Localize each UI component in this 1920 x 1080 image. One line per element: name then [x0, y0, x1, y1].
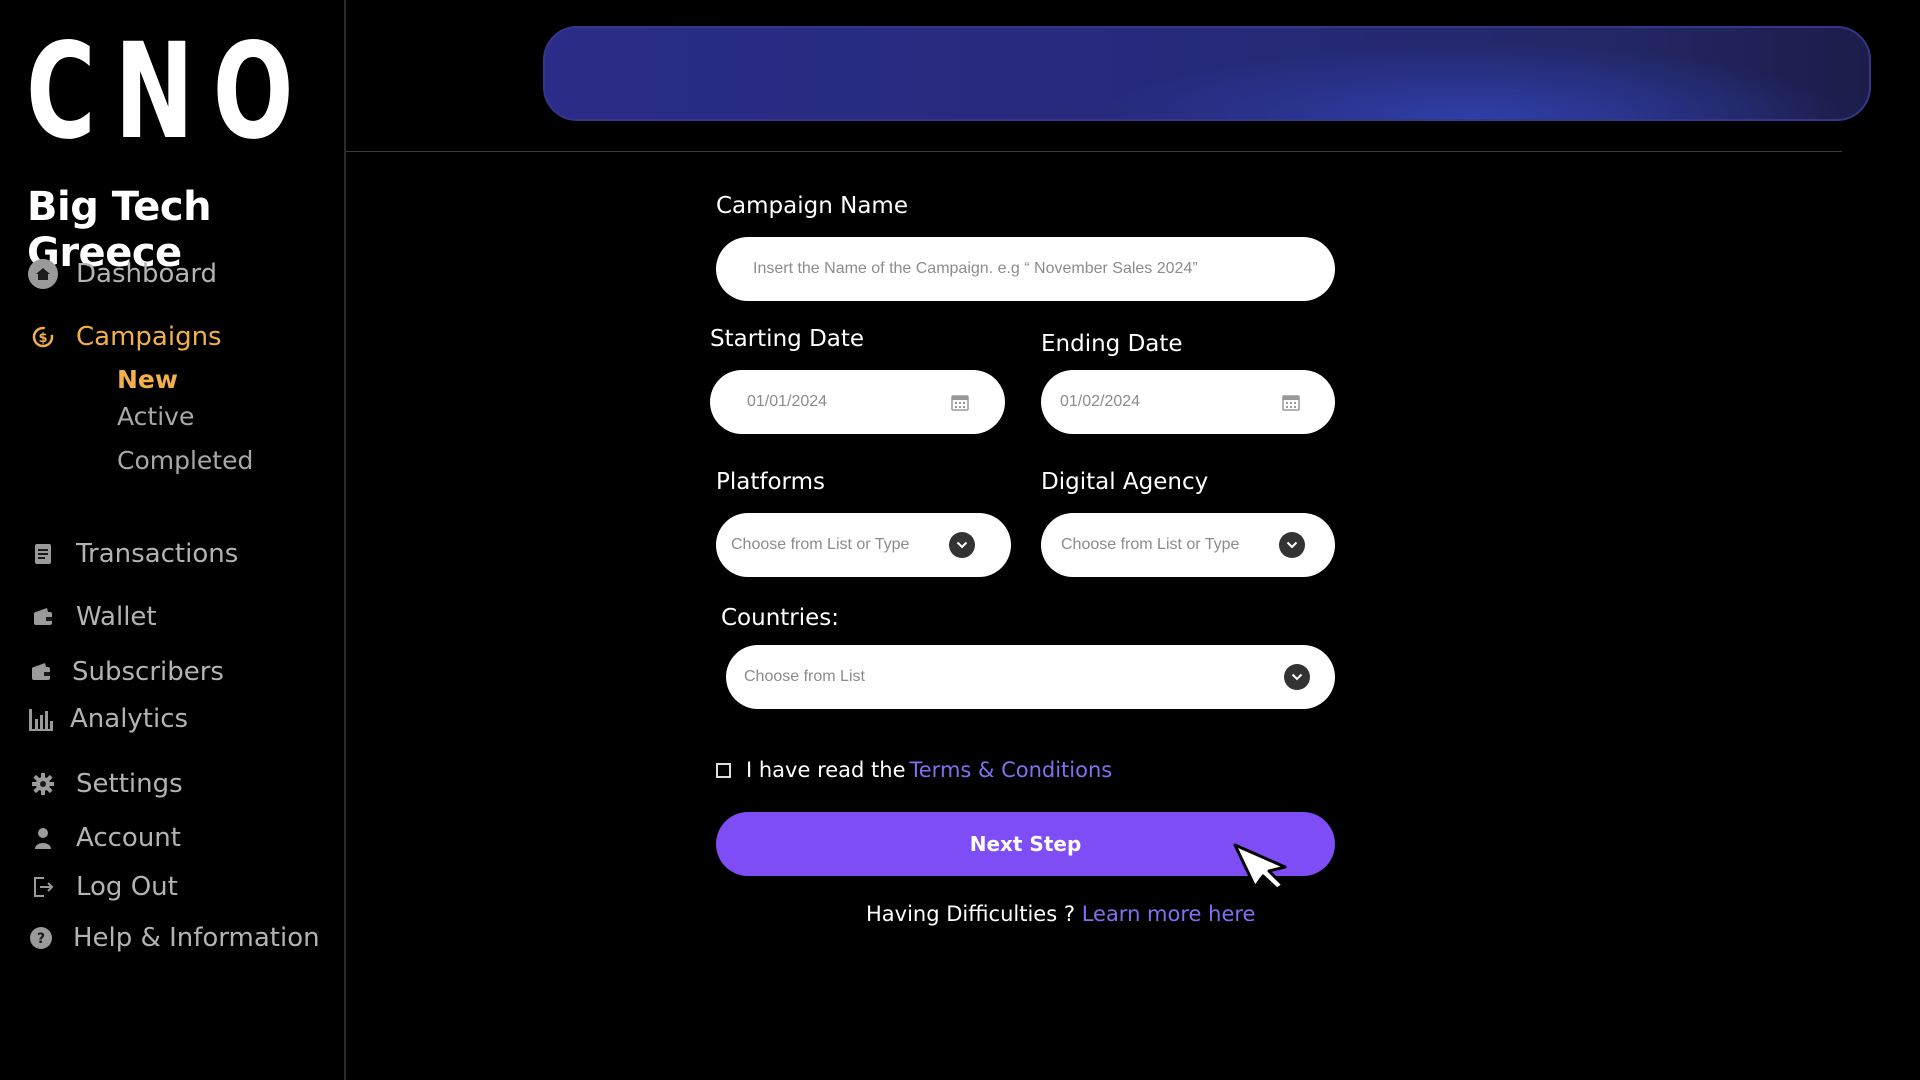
sidebar-subitem-completed[interactable]: Completed [117, 446, 253, 475]
agency-placeholder: Choose from List or Type [1061, 536, 1240, 553]
start-date-field[interactable]: 01/01/2024 [710, 370, 1005, 434]
sidebar-subitem-active[interactable]: Active [117, 402, 194, 431]
sidebar-item-label: Subscribers [72, 657, 224, 687]
wallet-icon [28, 602, 58, 632]
top-banner [543, 26, 1871, 121]
start-date-label: Starting Date [710, 326, 865, 352]
sidebar-item-label: Help & Information [73, 923, 320, 953]
campaign-name-field[interactable] [716, 237, 1335, 301]
wallet-icon [26, 657, 56, 687]
sidebar-item-transactions[interactable]: Transactions [28, 539, 238, 569]
sidebar-item-subscribers[interactable]: Subscribers [26, 657, 224, 687]
end-date-value: 01/02/2024 [1060, 393, 1141, 410]
end-date-field[interactable]: 01/02/2024 [1041, 370, 1335, 434]
sidebar-item-label: Analytics [70, 704, 189, 734]
user-icon [28, 823, 58, 853]
bar-chart-icon [26, 704, 56, 734]
sidebar: CNO Big Tech Greece Dashboard $ Campaign… [0, 0, 346, 1080]
campaign-icon: $ [28, 322, 58, 352]
chevron-down-icon[interactable] [949, 532, 975, 558]
platforms-placeholder: Choose from List or Type [731, 536, 910, 553]
start-date-value: 01/01/2024 [747, 393, 828, 410]
countries-label: Countries: [721, 605, 840, 631]
sidebar-item-label: Account [76, 823, 181, 853]
gear-icon [28, 769, 58, 799]
terms-row: I have read the Terms & Conditions [716, 758, 1112, 782]
help-icon: ? [26, 923, 56, 953]
sidebar-item-dashboard[interactable]: Dashboard [28, 259, 217, 289]
sidebar-item-analytics[interactable]: Analytics [26, 704, 188, 734]
sidebar-item-label: Log Out [76, 872, 178, 902]
help-row: Having Difficulties ? Learn more here [866, 902, 1255, 926]
agency-label: Digital Agency [1041, 469, 1209, 495]
sidebar-item-label: Dashboard [76, 259, 218, 289]
terms-checkbox[interactable] [716, 762, 731, 778]
calendar-icon[interactable] [951, 393, 969, 411]
sidebar-item-label: Transactions [76, 539, 239, 569]
sidebar-item-wallet[interactable]: Wallet [28, 602, 157, 632]
campaign-name-label: Campaign Name [716, 193, 908, 219]
logo: CNO [26, 15, 313, 169]
sidebar-item-label: Settings [76, 769, 183, 799]
document-icon [28, 539, 58, 569]
sidebar-item-logout[interactable]: Log Out [28, 872, 178, 902]
help-text: Having Difficulties ? [866, 902, 1075, 926]
platforms-label: Platforms [716, 469, 825, 495]
terms-text: I have read the [746, 758, 906, 782]
header-divider [346, 151, 1842, 152]
chevron-down-icon[interactable] [1279, 532, 1305, 558]
campaign-name-input[interactable] [753, 237, 1315, 301]
countries-placeholder: Choose from List [744, 668, 865, 685]
learn-more-link[interactable]: Learn more here [1082, 902, 1256, 926]
sidebar-subitem-new[interactable]: New [117, 365, 178, 394]
cursor-icon [1233, 843, 1287, 891]
home-icon [28, 259, 58, 289]
sidebar-item-help[interactable]: ? Help & Information [26, 923, 320, 953]
calendar-icon[interactable] [1282, 393, 1300, 411]
sidebar-item-settings[interactable]: Settings [28, 769, 183, 799]
sidebar-item-label: Campaigns [76, 322, 222, 352]
sidebar-item-campaigns[interactable]: $ Campaigns [28, 322, 222, 352]
agency-select[interactable]: Choose from List or Type [1041, 513, 1335, 577]
chevron-down-icon[interactable] [1284, 664, 1310, 690]
platforms-select[interactable]: Choose from List or Type [716, 513, 1011, 577]
svg-text:?: ? [37, 931, 45, 947]
sidebar-item-account[interactable]: Account [28, 823, 181, 853]
countries-select[interactable]: Choose from List [726, 645, 1335, 709]
terms-link[interactable]: Terms & Conditions [910, 758, 1113, 782]
logout-icon [28, 872, 58, 902]
end-date-label: Ending Date [1041, 331, 1183, 357]
svg-text:$: $ [38, 331, 47, 346]
sidebar-item-label: Wallet [76, 602, 157, 632]
